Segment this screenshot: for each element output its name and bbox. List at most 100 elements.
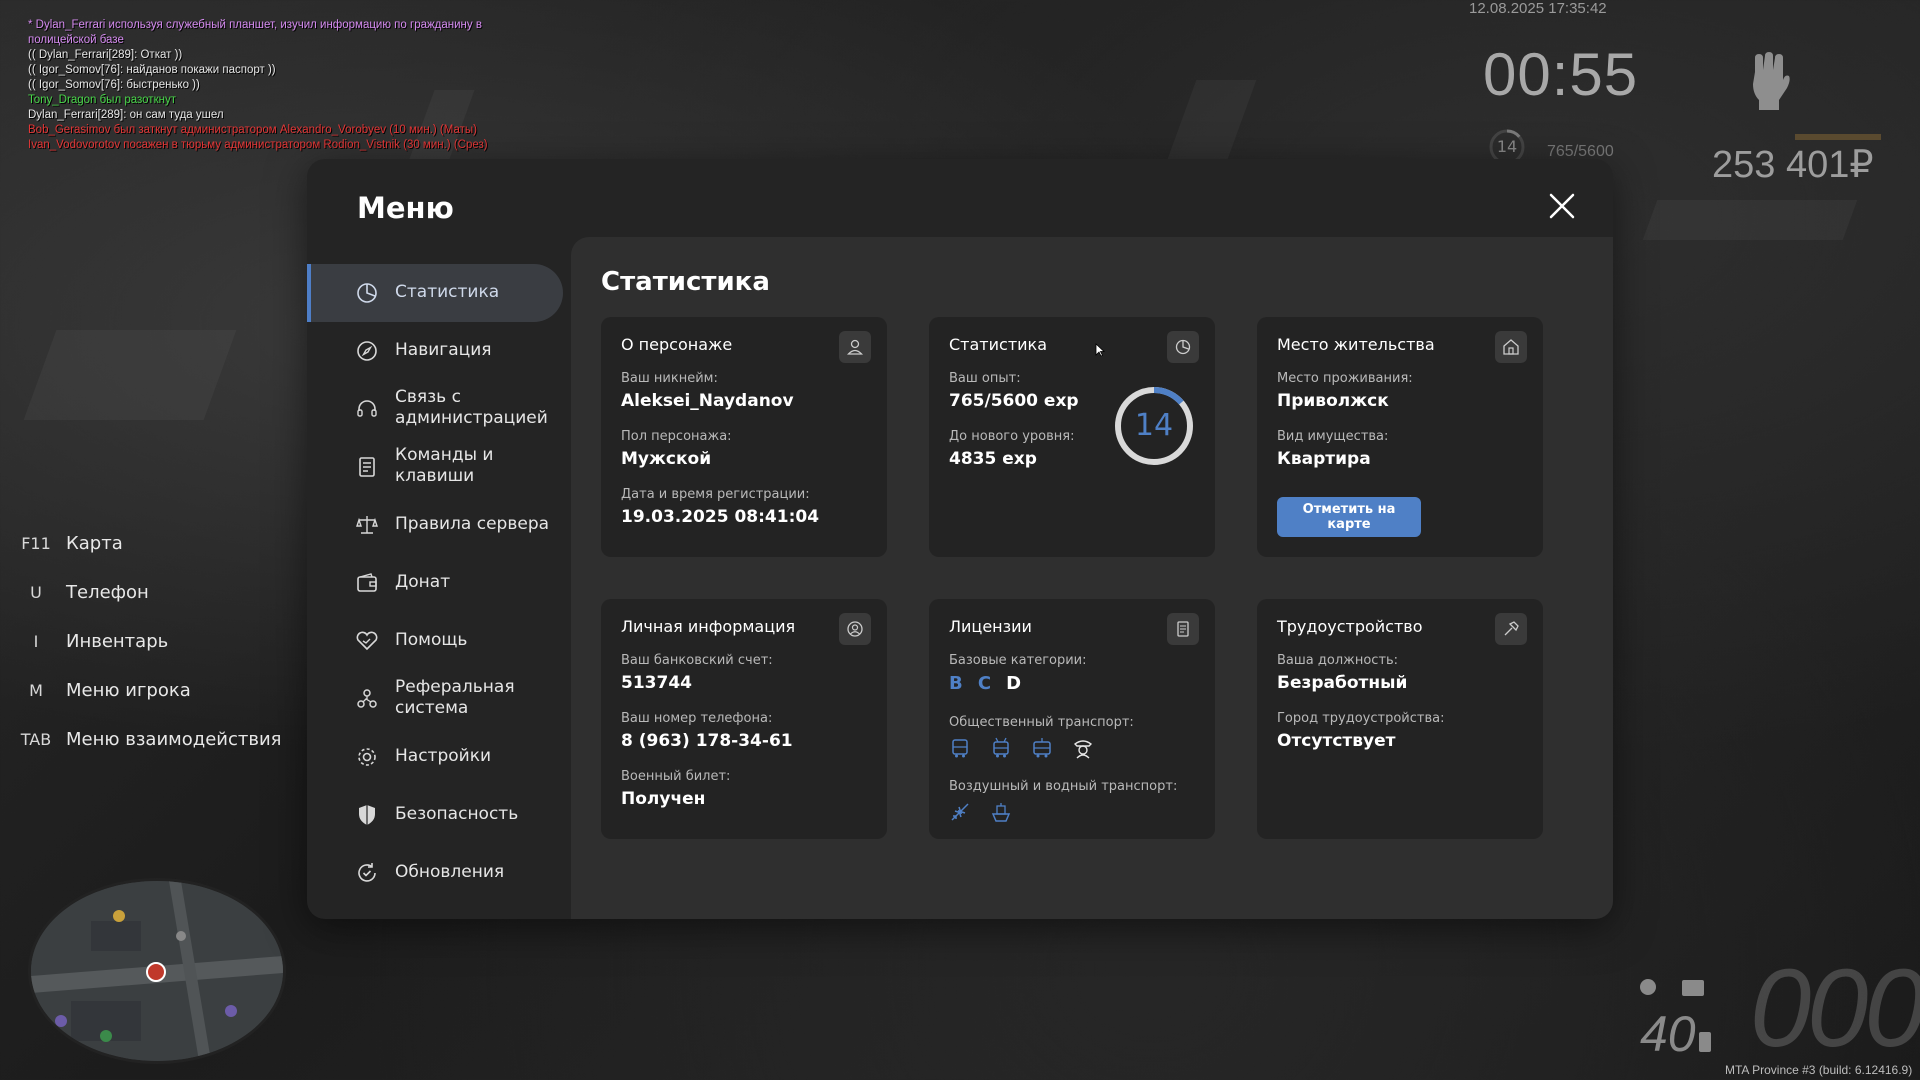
nav-item-label: Помощь xyxy=(395,630,468,650)
nav-item-referral[interactable]: Реферальная система xyxy=(307,670,563,728)
hud-money: 253 401₽ xyxy=(1712,144,1874,186)
keybind-label: Карта xyxy=(66,532,123,554)
gender-value: Мужской xyxy=(621,449,712,469)
exp-value: 765/5600 exp xyxy=(949,391,1079,411)
nav-item-stats[interactable]: Статистика xyxy=(307,264,563,322)
nav-item-label: Обновления xyxy=(395,862,505,882)
content-title: Статистика xyxy=(601,267,770,297)
nav-item-security[interactable]: Безопасность xyxy=(307,786,563,844)
shield-icon xyxy=(359,805,375,825)
residence-card: Место жительства Место проживания: Приво… xyxy=(1257,317,1543,557)
position-value: Безработный xyxy=(1277,673,1408,693)
registration-value: 19.03.2025 08:41:04 xyxy=(621,507,820,527)
character-card: О персонаже Ваш никнейм: Aleksei_Naydano… xyxy=(601,317,887,557)
chat-log: * Dylan_Ferrari используя служебный план… xyxy=(28,18,508,153)
refresh-icon xyxy=(358,863,376,882)
hud-health-bar xyxy=(1795,134,1881,140)
content-panel: Статистика О персонаже Ваш никнейм: Alek… xyxy=(571,237,1613,919)
licenses-card: Лицензии Базовые категории: B C D Общест… xyxy=(929,599,1215,839)
nav-item-label: Команды и клавиши xyxy=(395,445,494,486)
keybind-key: F11 xyxy=(21,533,51,553)
chat-line: (( Igor_Somov[76]: найданов покажи паспо… xyxy=(28,64,276,76)
nav-item-updates[interactable]: Обновления xyxy=(307,844,563,902)
license-category: D xyxy=(1006,673,1022,694)
residence-place-value: Приволжск xyxy=(1277,391,1389,411)
keybind-key: U xyxy=(30,582,42,602)
air-water-transport-label: Воздушный и водный транспорт: xyxy=(949,779,1178,794)
map-marker-icon xyxy=(176,931,186,941)
player-marker-icon xyxy=(146,962,166,982)
fuel-value: 40 xyxy=(1640,1006,1696,1062)
keybind-label: Меню взаимодействия xyxy=(66,728,282,750)
user-icon xyxy=(839,331,871,363)
keybind-label: Меню игрока xyxy=(66,679,191,701)
nav-item-commands[interactable]: Команды и клавиши xyxy=(307,438,563,496)
employment-city-value: Отсутствует xyxy=(1277,731,1396,751)
fuel-icon xyxy=(1699,1032,1711,1052)
nickname-value: Aleksei_Naydanov xyxy=(621,391,794,411)
bank-account-label: Ваш банковский счет: xyxy=(621,653,773,668)
license-category: B xyxy=(949,673,963,694)
nav-item-label: Навигация xyxy=(395,340,492,360)
nav-item-navigation[interactable]: Навигация xyxy=(307,322,563,380)
pie-chart-icon xyxy=(357,283,377,303)
taxi-driver-icon xyxy=(1074,740,1093,759)
nav-item-label: Статистика xyxy=(395,282,500,302)
id-card-icon xyxy=(1167,613,1199,645)
card-title: Место жительства xyxy=(1277,335,1435,354)
keybind-key: I xyxy=(33,631,39,651)
minimap[interactable] xyxy=(28,878,286,1064)
card-title: О персонаже xyxy=(621,335,733,354)
build-info: MTA Province #3 (build: 6.12416.9) xyxy=(1725,1063,1913,1077)
compass-icon xyxy=(357,341,377,361)
air-water-transport-icons xyxy=(949,801,1026,827)
tram-icon xyxy=(1033,738,1051,758)
keybind-label: Инвентарь xyxy=(66,630,169,652)
nav-item-admin-contact[interactable]: Связь с администрацией xyxy=(307,380,563,438)
plane-icon xyxy=(951,803,969,821)
next-level-value: 4835 exp xyxy=(949,449,1037,469)
phone-value: 8 (963) 178-34-61 xyxy=(621,731,793,751)
engine-icon xyxy=(1640,979,1704,996)
license-categories: B C D xyxy=(949,673,1031,694)
nav-item-label: Связь с администрацией xyxy=(395,387,548,428)
employment-city-label: Город трудоустройства: xyxy=(1277,711,1445,726)
speedometer-value: 000 xyxy=(1750,947,1920,1070)
personal-info-card: Личная информация Ваш банковский счет: 5… xyxy=(601,599,887,839)
house-icon xyxy=(1495,331,1527,363)
property-type-label: Вид имущества: xyxy=(1277,429,1389,444)
close-icon xyxy=(1549,193,1575,219)
map-marker-icon xyxy=(55,1015,67,1027)
chat-line: Tony_Dragon был разоткнут xyxy=(28,94,176,106)
nav-item-help[interactable]: Помощь xyxy=(307,612,563,670)
nav-item-rules[interactable]: Правила сервера xyxy=(307,496,563,554)
mark-on-map-button[interactable]: Отметить на карте xyxy=(1277,497,1421,537)
wallet-icon xyxy=(357,573,377,592)
nav-item-label: Правила сервера xyxy=(395,514,550,534)
scales-icon xyxy=(356,516,378,534)
next-level-label: До нового уровня: xyxy=(949,429,1075,444)
hammer-icon xyxy=(1495,613,1527,645)
trolleybus-icon xyxy=(993,737,1009,758)
nav-item-donate[interactable]: Донат xyxy=(307,554,563,612)
chat-line: * Dylan_Ferrari используя служебный план… xyxy=(28,19,482,46)
hud-clock: 00:55 xyxy=(1483,41,1639,108)
map-marker-icon xyxy=(225,1005,237,1017)
close-button[interactable] xyxy=(1545,189,1579,223)
nav-item-label: Настройки xyxy=(395,746,492,766)
public-transport-label: Общественный транспорт: xyxy=(949,715,1134,730)
military-id-value: Получен xyxy=(621,789,706,809)
bank-account-value: 513744 xyxy=(621,673,692,693)
nav-item-settings[interactable]: Настройки xyxy=(307,728,563,786)
bus-icon xyxy=(952,739,968,758)
keybind-map: F11 Карта xyxy=(20,528,123,558)
public-transport-icons xyxy=(949,737,1108,763)
card-title: Лицензии xyxy=(949,617,1032,636)
nav-item-label: Реферальная система xyxy=(395,677,515,718)
chat-line: Dylan_Ferrari[289]: он сам туда ушел xyxy=(28,109,224,121)
level-value: 14 xyxy=(1134,408,1174,443)
player-menu-modal: Меню Статистика Навигация Связь с админи… xyxy=(307,159,1613,919)
registration-label: Дата и время регистрации: xyxy=(621,487,810,502)
employment-card: Трудоустройство Ваша должность: Безработ… xyxy=(1257,599,1543,839)
keybind-label: Телефон xyxy=(66,581,149,603)
